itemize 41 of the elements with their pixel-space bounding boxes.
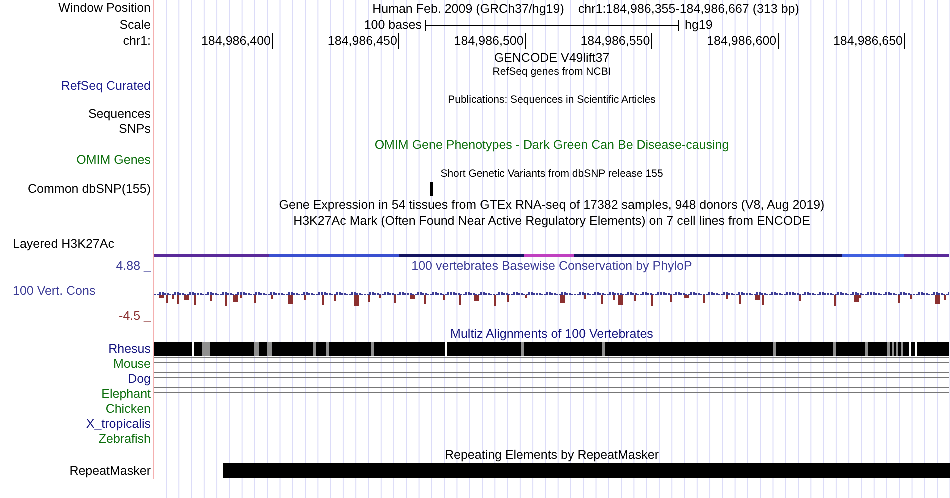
track-title: H3K27Ac Mark (Often Found Near Active Regulatory Elements) on 7 cell lines from ENCODE: [294, 214, 810, 228]
axis-label: 4.88 _: [116, 259, 152, 274]
track-label[interactable]: chr1:: [123, 34, 153, 49]
track-title: OMIM Gene Phenotypes - Dark Green Can Be Disease-causing: [374, 138, 730, 152]
track-label[interactable]: X_tropicalis: [86, 417, 153, 432]
track-label[interactable]: Layered H3K27Ac: [0, 236, 116, 252]
track-title: 100 vertebrates Basewise Conservation by PhyloP: [412, 259, 692, 274]
assembly-label: hg19: [685, 17, 713, 33]
ruler-tick: 184,986,450: [328, 33, 400, 49]
variant-mark: [430, 182, 433, 196]
track-label[interactable]: Zebrafish: [98, 432, 153, 447]
ruler-tick: 184,986,400: [201, 33, 273, 49]
scale-label: 100 bases: [364, 17, 422, 33]
track-title: Gene Expression in 54 tissues from GTEx RNA-seq of 17382 samples, 948 donors (V8, Aug 2019): [279, 198, 825, 212]
track-label[interactable]: Common dbSNP(155): [28, 182, 153, 196]
track-title: GENCODE V49lift37: [494, 50, 610, 66]
track-label[interactable]: 100 Vert. Cons: [0, 284, 98, 299]
assembly-title: Human Feb. 2009 (GRCh37/hg19): [372, 2, 564, 16]
track-label[interactable]: RefSeq Curated: [61, 79, 153, 94]
track-label[interactable]: Sequences: [88, 107, 153, 122]
track-label[interactable]: OMIM Genes: [76, 153, 153, 168]
track-title: Publications: Sequences in Scientific Articles: [448, 94, 656, 107]
ruler-tick: 184,986,650: [833, 33, 905, 49]
track-label[interactable]: RepeatMasker: [70, 464, 153, 478]
track-label[interactable]: Mouse: [113, 357, 153, 372]
ruler-tick: 184,986,600: [707, 33, 779, 49]
track-title: Short Genetic Variants from dbSNP release 155: [440, 168, 664, 181]
track-title: Repeating Elements by RepeatMasker: [444, 448, 659, 462]
track-label[interactable]: Elephant: [102, 387, 153, 402]
track-label[interactable]: Rhesus: [108, 342, 153, 357]
ruler-tick: 184,986,550: [580, 33, 652, 49]
track-title: RefSeq genes from NCBI: [492, 66, 612, 79]
ruler-tick: 184,986,500: [454, 33, 526, 49]
track-label[interactable]: Window Position: [58, 1, 153, 16]
track-title: Multiz Alignments of 100 Vertebrates: [450, 326, 654, 342]
track-label[interactable]: Chicken: [106, 402, 153, 417]
position-text: chr1:184,986,355-184,986,667 (313 bp): [578, 2, 800, 16]
track-label[interactable]: SNPs: [119, 122, 153, 137]
track-label[interactable]: Dog: [128, 372, 153, 387]
track-label[interactable]: Scale: [120, 18, 153, 32]
axis-label: -4.5 _: [119, 309, 152, 324]
